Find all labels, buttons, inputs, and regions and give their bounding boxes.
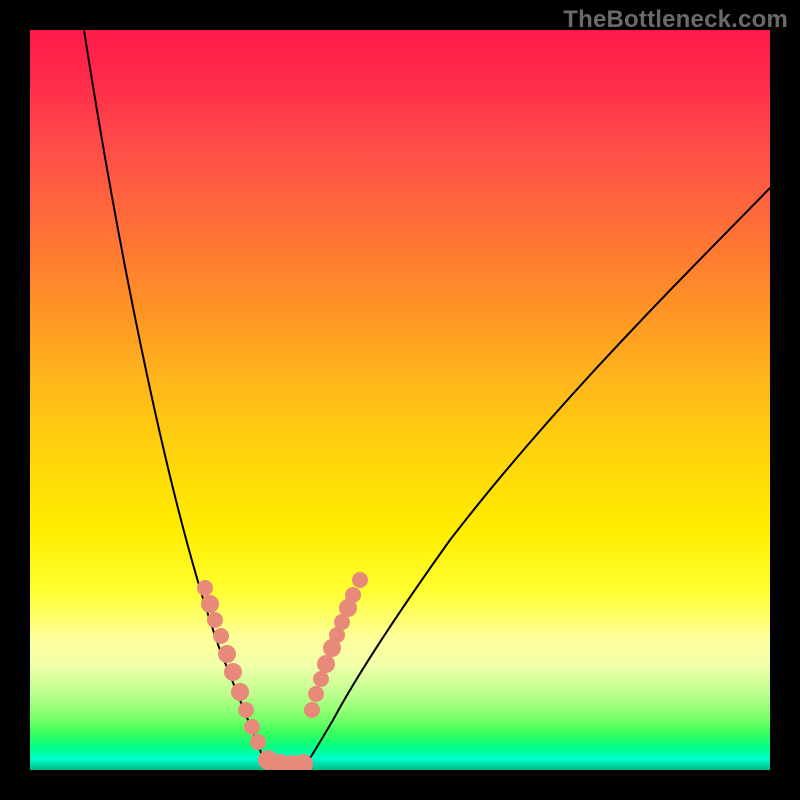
data-point: [231, 683, 249, 701]
data-point: [313, 671, 329, 687]
data-point: [352, 572, 368, 588]
data-point: [218, 645, 236, 663]
data-point: [308, 686, 324, 702]
data-point: [244, 719, 260, 735]
data-point: [323, 639, 341, 657]
dots-right-group: [304, 572, 368, 718]
dots-left-group: [197, 580, 266, 750]
data-point: [317, 655, 335, 673]
data-point: [197, 580, 213, 596]
data-point: [224, 663, 242, 681]
dots-bottom-group: [258, 750, 313, 770]
data-point: [213, 628, 229, 644]
data-point: [304, 702, 320, 718]
data-point: [201, 595, 219, 613]
data-point: [238, 702, 254, 718]
data-point: [207, 612, 223, 628]
data-point: [250, 734, 266, 750]
right-curve: [306, 188, 770, 764]
curve-svg: [30, 30, 770, 770]
chart-container: TheBottleneck.com: [0, 0, 800, 800]
left-curve: [84, 30, 269, 768]
plot-area: [30, 30, 770, 770]
